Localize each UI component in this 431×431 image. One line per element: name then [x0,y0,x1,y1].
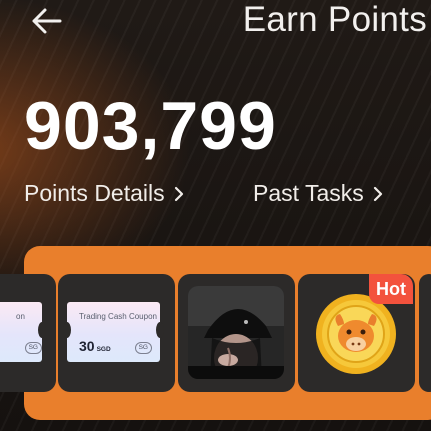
past-tasks-link[interactable]: Past Tasks [253,180,383,207]
past-tasks-label: Past Tasks [253,180,364,206]
coupon-region-badge: SG [134,342,152,354]
moomoo-coin-icon [314,292,398,381]
coupon-title: Trading Cash Coupon [79,312,157,321]
reward-card-partial[interactable] [419,274,431,392]
reward-card-photo[interactable] [178,274,295,392]
coupon-notch [38,322,46,338]
reward-card-partial-coupon[interactable]: on SG [0,274,56,392]
back-arrow-icon[interactable] [30,6,64,36]
reward-card-trading-coupon[interactable]: Trading Cash Coupon 30 SGD SG [58,274,175,392]
page-title: Earn Points [242,0,427,39]
coupon-amount: 30 SGD [79,338,111,354]
person-in-cap-image [188,286,284,379]
coupon-ticket: Trading Cash Coupon 30 SGD SG [63,302,164,362]
coupon-notch [63,322,71,338]
coupon-ticket: on SG [0,302,46,362]
points-details-link[interactable]: Points Details [24,180,184,207]
chevron-right-icon [174,186,183,201]
coupon-currency: SGD [96,346,111,353]
coupon-region-badge: SG [24,342,42,354]
points-balance: 903,799 [24,88,277,164]
chevron-right-icon [373,186,382,201]
points-details-label: Points Details [24,180,165,206]
coupon-notch [156,322,164,338]
hot-badge: Hot [369,274,413,304]
reward-card-hot-coin[interactable]: Hot [298,274,415,392]
person-photo [188,286,284,379]
coupon-title: on [16,312,25,321]
